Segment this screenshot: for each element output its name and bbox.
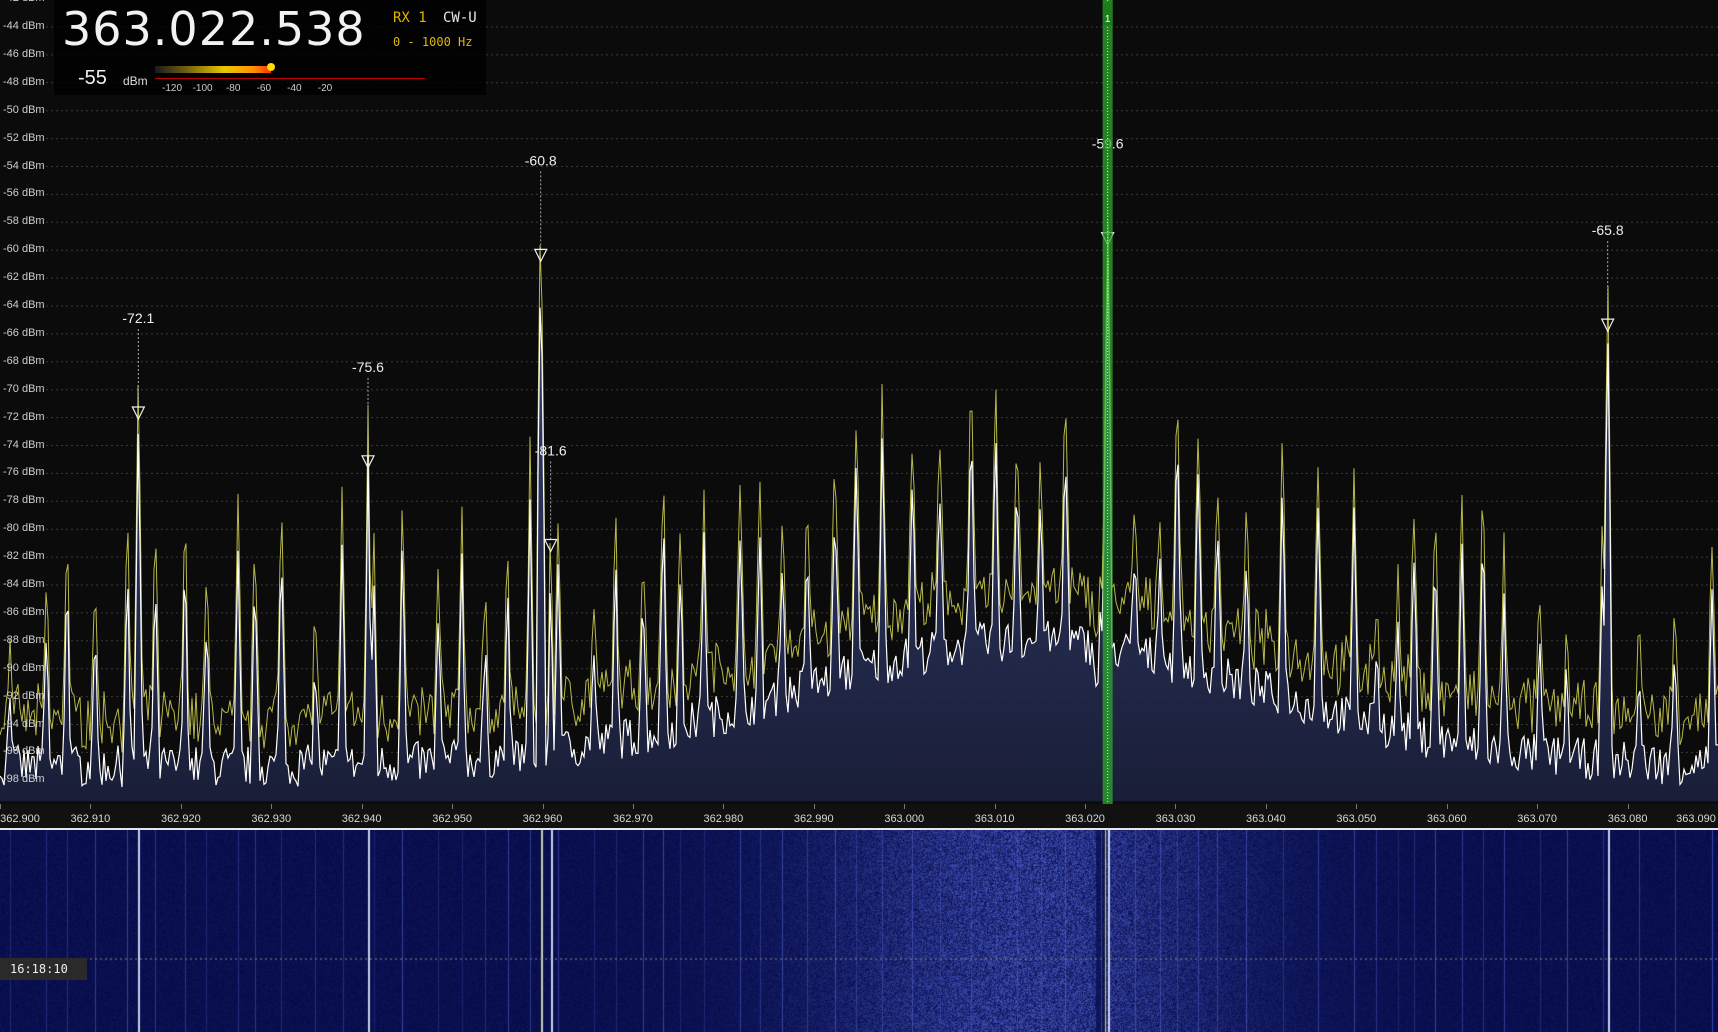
freq-axis-label: 362.940: [341, 813, 382, 825]
db-axis-label: -90 dBm: [3, 661, 45, 674]
db-axis-label: -50 dBm: [3, 103, 45, 116]
db-axis-label: -56 dBm: [3, 187, 45, 200]
db-axis-label: -46 dBm: [3, 47, 45, 60]
freq-tick: [1175, 804, 1177, 809]
freq-axis-label: 362.970: [613, 813, 653, 825]
peak-label: -81.6: [535, 443, 567, 459]
freq-axis-label: 363.050: [1336, 813, 1377, 825]
spectrum-display[interactable]: -72.1-75.6-60.8-81.6-59.6-65.8 1: [0, 0, 1718, 804]
vfo-frequency[interactable]: 363.022.538: [62, 2, 366, 56]
db-axis-label: -96 dBm: [3, 745, 45, 758]
freq-tick: [1537, 804, 1539, 809]
freq-axis-label: 363.080: [1607, 813, 1648, 825]
db-axis-label: -88 dBm: [3, 633, 45, 646]
freq-tick: [1356, 804, 1358, 809]
s-meter-scale-line: [155, 78, 425, 79]
freq-axis-label: 363.090: [1676, 813, 1716, 825]
db-axis-label: -52 dBm: [3, 131, 45, 144]
s-meter-scale-label: -80: [225, 83, 241, 94]
freq-axis-label: 362.990: [793, 813, 834, 825]
freq-axis-label: 362.960: [522, 813, 563, 825]
freq-axis-label: 363.070: [1517, 813, 1558, 825]
freq-tick: [271, 804, 273, 809]
waterfall-timestamp: 16:18:10: [0, 958, 87, 980]
freq-tick: [813, 804, 815, 809]
s-meter-scale-label: -60: [256, 83, 272, 94]
freq-tick: [361, 804, 363, 809]
freq-tick: [723, 804, 725, 809]
db-axis-label: -64 dBm: [3, 299, 45, 311]
freq-tick: [542, 804, 544, 809]
db-axis-label: -66 dBm: [3, 326, 45, 339]
waterfall-display[interactable]: [0, 830, 1718, 1032]
vfo-panel: 363.022.538 RX 1 CW-U 0 - 1000 Hz -55 dB…: [54, 0, 486, 95]
freq-axis-label: 362.950: [432, 813, 472, 825]
db-axis-label: -82 dBm: [3, 550, 45, 563]
db-axis-label: -72 dBm: [3, 410, 45, 423]
db-axis-label: -76 dBm: [3, 466, 45, 479]
db-axis-label: -58 dBm: [3, 215, 45, 228]
s-meter-scale-label: -100: [192, 83, 213, 94]
freq-axis-label: 363.040: [1246, 813, 1286, 825]
db-axis-label: -74 dBm: [3, 438, 45, 451]
db-axis-label: -78 dBm: [3, 494, 45, 507]
db-axis-label: -42 dBm: [3, 0, 45, 4]
rx-marker: 1: [1102, 0, 1113, 804]
peak-label: -75.6: [352, 359, 384, 375]
freq-axis-label: 363.060: [1426, 813, 1467, 825]
freq-tick: [1265, 804, 1267, 809]
freq-tick: [994, 804, 996, 809]
freq-axis-label: 362.900: [0, 813, 40, 825]
freq-axis-label: 362.910: [70, 813, 111, 825]
db-axis-label: -68 dBm: [3, 354, 45, 367]
db-axis-label: -48 dBm: [3, 75, 45, 88]
freq-axis-label: 362.920: [160, 813, 201, 825]
freq-axis-label: 362.980: [703, 813, 744, 825]
db-axis-label: -80 dBm: [3, 522, 45, 535]
freq-axis-label: 363.000: [884, 813, 925, 825]
db-axis-label: -94 dBm: [3, 717, 45, 730]
freq-tick: [632, 804, 634, 809]
db-axis-label: -70 dBm: [3, 382, 45, 395]
s-meter-scale-label: -20: [317, 83, 333, 94]
peak-label: -60.8: [525, 152, 557, 168]
freq-axis-label: 363.030: [1155, 813, 1196, 825]
signal-value: -55: [78, 67, 107, 89]
freq-tick: [1627, 804, 1629, 809]
freq-tick: [452, 804, 454, 809]
s-meter-indicator: [267, 63, 276, 71]
s-meter-bar: [155, 66, 272, 73]
db-axis-label: -84 dBm: [3, 578, 45, 590]
freq-tick: [1446, 804, 1448, 809]
peak-label: -72.1: [122, 310, 154, 326]
frequency-axis[interactable]: 362.900 362.910 362.920 362.930 362.940 362.9…: [0, 804, 1718, 830]
mode-label[interactable]: CW-U: [443, 10, 477, 26]
bandwidth-label[interactable]: 0 - 1000 Hz: [393, 35, 472, 49]
freq-axis-label: 362.930: [251, 813, 292, 825]
freq-tick: [90, 804, 92, 809]
freq-tick: [904, 804, 906, 809]
freq-axis-label: 363.020: [1065, 813, 1105, 825]
db-axis-label: -98 dBm: [3, 773, 45, 786]
db-axis-label: -86 dBm: [3, 605, 45, 618]
s-meter-scale-label: -40: [287, 83, 302, 94]
freq-tick: [1085, 804, 1087, 809]
rx-label[interactable]: RX 1: [393, 10, 427, 26]
db-axis-label: -44 dBm: [3, 20, 45, 32]
freq-tick: [180, 804, 182, 809]
db-axis-label: -92 dBm: [3, 689, 45, 702]
db-axis-label: -54 dBm: [3, 159, 45, 172]
signal-unit: dBm: [123, 74, 148, 88]
freq-tick: [0, 804, 1, 809]
peak-label: -65.8: [1592, 222, 1624, 238]
db-axis-label: -62 dBm: [3, 271, 45, 284]
s-meter-scale-label: -120: [161, 83, 183, 94]
rx-marker-label: 1: [1105, 14, 1111, 25]
db-axis-label: -60 dBm: [3, 243, 45, 256]
freq-axis-label: 363.010: [974, 813, 1015, 825]
